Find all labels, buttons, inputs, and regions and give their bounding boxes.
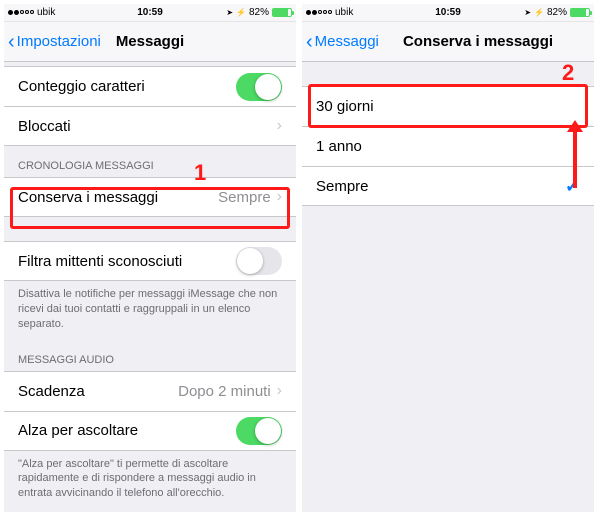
row-label: Conteggio caratteri <box>18 78 236 95</box>
status-bar: ubik 10:59 ➤ ⚡ 82% <box>302 4 594 22</box>
row-keep-messages[interactable]: Conserva i messaggi Sempre › <box>4 177 296 217</box>
status-time: 10:59 <box>4 7 296 18</box>
footer-raise-to-listen: "Alza per ascoltare" ti permette di asco… <box>4 451 296 510</box>
chevron-right-icon: › <box>277 382 282 400</box>
chevron-left-icon: ‹ <box>8 32 15 52</box>
options-list[interactable]: 30 giorni 1 anno Sempre ✓ <box>302 62 594 512</box>
status-bar: ubik 10:59 ➤ ⚡ 82% <box>4 4 296 22</box>
group-header-video: MESSAGGI VIDEO <box>4 509 296 512</box>
battery-icon <box>272 8 292 17</box>
footer-filter-unknown: Disattiva le notifiche per messaggi iMes… <box>4 281 296 340</box>
row-blocked[interactable]: Bloccati › <box>4 106 296 146</box>
nav-bar: ‹ Messaggi Conserva i messaggi <box>302 22 594 62</box>
chevron-right-icon: › <box>277 188 282 206</box>
option-30-days[interactable]: 30 giorni <box>302 86 594 126</box>
row-label: Sempre <box>316 178 565 195</box>
row-raise-to-listen[interactable]: Alza per ascoltare <box>4 411 296 451</box>
row-value: Dopo 2 minuti <box>178 383 271 400</box>
phone-right-keep-messages: ubik 10:59 ➤ ⚡ 82% ‹ Messaggi Conserva i… <box>302 4 594 512</box>
row-label: Conserva i messaggi <box>18 189 218 206</box>
row-label: Scadenza <box>18 383 178 400</box>
row-label: Alza per ascoltare <box>18 422 236 439</box>
back-button[interactable]: ‹ Impostazioni <box>8 32 101 52</box>
group-header-history: CRONOLOGIA MESSAGGI <box>4 146 296 177</box>
row-label: 30 giorni <box>316 98 580 115</box>
row-filter-unknown[interactable]: Filtra mittenti sconosciuti <box>4 241 296 281</box>
toggle-filter-unknown[interactable] <box>236 247 282 275</box>
chevron-left-icon: ‹ <box>306 32 313 52</box>
row-character-count[interactable]: Conteggio caratteri <box>4 66 296 106</box>
status-time: 10:59 <box>302 7 594 18</box>
row-label: Filtra mittenti sconosciuti <box>18 253 236 270</box>
chevron-right-icon: › <box>277 117 282 135</box>
group-header-audio: MESSAGGI AUDIO <box>4 340 296 371</box>
nav-bar: ‹ Impostazioni Messaggi <box>4 22 296 62</box>
option-1-year[interactable]: 1 anno <box>302 126 594 166</box>
back-button[interactable]: ‹ Messaggi <box>306 32 379 52</box>
settings-list[interactable]: Conteggio caratteri Bloccati › CRONOLOGI… <box>4 62 296 512</box>
back-label: Impostazioni <box>17 33 101 50</box>
checkmark-icon: ✓ <box>565 176 580 197</box>
back-label: Messaggi <box>315 33 379 50</box>
toggle-character-count[interactable] <box>236 73 282 101</box>
toggle-raise-to-listen[interactable] <box>236 417 282 445</box>
row-label: Bloccati <box>18 118 277 135</box>
row-value: Sempre <box>218 189 271 206</box>
battery-icon <box>570 8 590 17</box>
option-forever[interactable]: Sempre ✓ <box>302 166 594 206</box>
row-label: 1 anno <box>316 138 580 155</box>
phone-left-settings: ubik 10:59 ➤ ⚡ 82% ‹ Impostazioni Messag… <box>4 4 296 512</box>
row-expiry[interactable]: Scadenza Dopo 2 minuti › <box>4 371 296 411</box>
